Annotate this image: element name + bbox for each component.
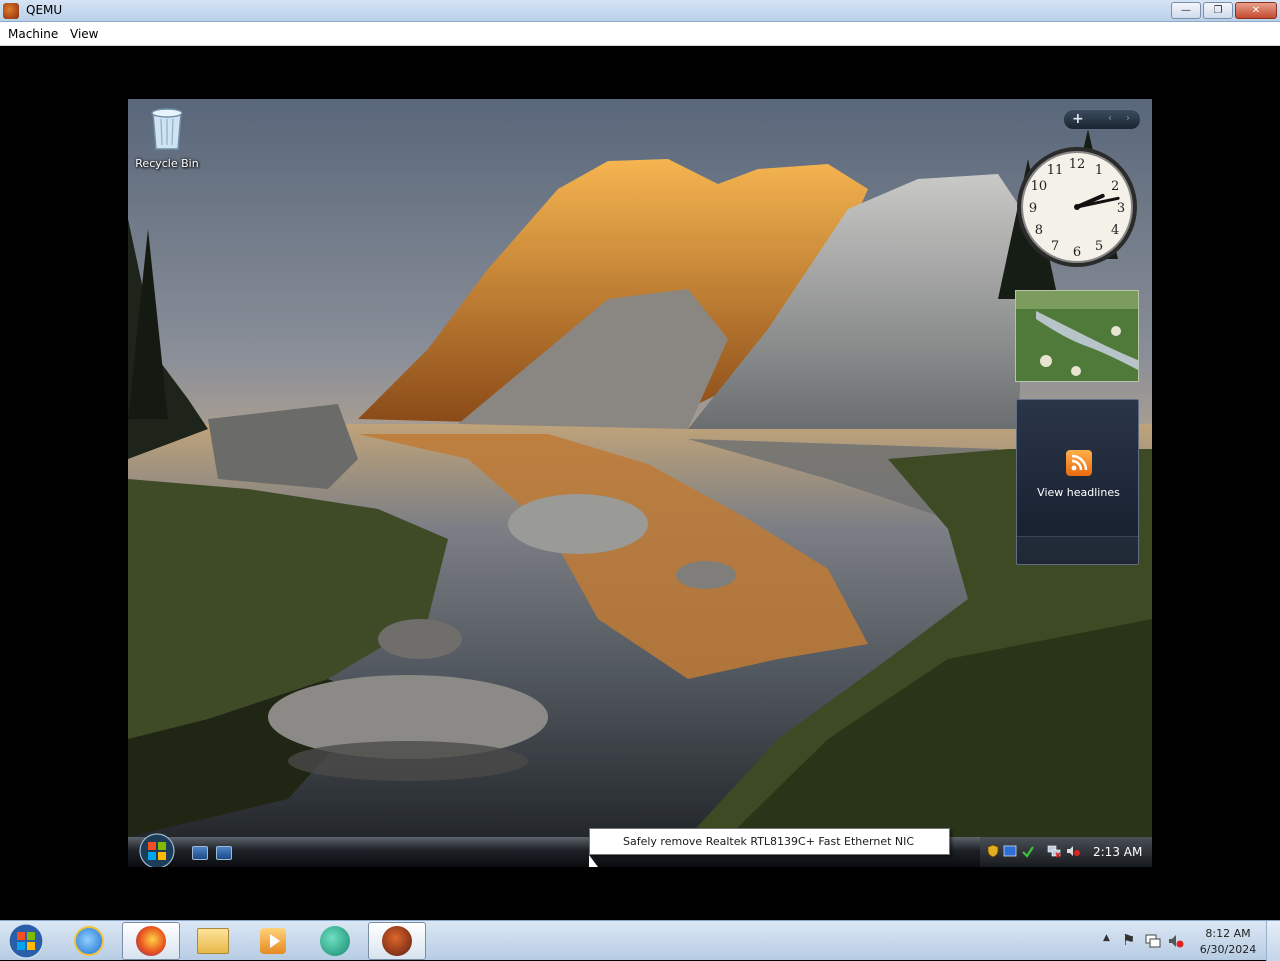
network-disconnected-icon[interactable] [1047, 844, 1061, 858]
desktop-wallpaper [128, 99, 1152, 837]
clock-number: 3 [1117, 201, 1125, 216]
taskbar-firefox[interactable] [122, 922, 180, 960]
host-clock[interactable]: 8:12 AM 6/30/2024 [1195, 926, 1261, 958]
host-taskbar: ▲ ⚑ 8:12 AM 6/30/2024 [0, 920, 1280, 961]
internet-explorer-icon [74, 926, 104, 956]
taskbar-internet-explorer[interactable] [60, 922, 118, 960]
language-bar-icon[interactable] [1003, 844, 1017, 858]
qemu-icon [382, 926, 412, 956]
clock-number: 8 [1035, 223, 1043, 238]
slideshow-image [1016, 291, 1138, 381]
clock-number: 5 [1095, 239, 1103, 254]
taskbar-browser-app[interactable] [306, 922, 364, 960]
sidebar-gadget-controls: + ‹ › [1063, 109, 1141, 130]
gadget-prev-button[interactable]: ‹ [1108, 113, 1112, 124]
gadget-next-button[interactable]: › [1126, 113, 1130, 124]
menu-item-machine[interactable]: Machine [8, 27, 58, 41]
clock-gadget[interactable]: 12 12 3 45678 9 1011 [1015, 145, 1140, 270]
host-start-button[interactable] [6, 922, 46, 960]
volume-muted-icon[interactable] [1066, 844, 1080, 858]
recycle-bin-icon [151, 108, 183, 150]
taskbar-qemu[interactable] [368, 922, 426, 960]
file-explorer-icon [197, 928, 229, 954]
clock-number: 10 [1031, 179, 1048, 194]
clock-number: 1 [1095, 163, 1103, 178]
show-desktop-icon[interactable] [192, 846, 208, 860]
clock-number: 9 [1029, 201, 1037, 216]
host-clock-date: 6/30/2024 [1199, 943, 1257, 956]
network-icon[interactable] [1145, 933, 1161, 949]
firefox-icon [136, 926, 166, 956]
clock-number: 11 [1047, 163, 1064, 178]
guest-start-button[interactable] [137, 833, 177, 867]
slideshow-gadget[interactable] [1015, 290, 1139, 382]
taskbar-media-player[interactable] [244, 922, 302, 960]
taskbar-file-explorer[interactable] [184, 922, 242, 960]
qemu-app-icon [3, 3, 19, 19]
guest-clock[interactable]: 2:13 AM [1093, 845, 1142, 859]
safely-remove-hardware-icon[interactable] [1021, 844, 1035, 858]
media-player-icon [260, 928, 286, 954]
menu-item-view[interactable]: View [70, 27, 98, 41]
show-hidden-icons-button[interactable]: ▲ [1103, 933, 1110, 943]
host-clock-time: 8:12 AM [1205, 927, 1251, 940]
qemu-title-bar[interactable]: QEMU — ❐ ✕ [0, 0, 1280, 22]
view-headlines-link[interactable]: View headlines [1017, 486, 1140, 499]
rss-feed-icon [1066, 450, 1092, 476]
feed-gadget-footer [1017, 536, 1138, 564]
clock-number: 6 [1073, 245, 1081, 260]
security-shield-icon[interactable] [986, 844, 1000, 858]
clock-number: 2 [1111, 179, 1119, 194]
browser-app-icon [320, 926, 350, 956]
clock-number: 7 [1051, 239, 1059, 254]
tray-tooltip: Safely remove Realtek RTL8139C+ Fast Eth… [589, 828, 950, 855]
add-gadget-button[interactable]: + [1072, 111, 1084, 127]
feed-headlines-gadget[interactable]: View headlines [1016, 399, 1139, 565]
tooltip-text: Safely remove Realtek RTL8139C+ Fast Eth… [623, 835, 915, 848]
desktop-icon-label: Recycle Bin [135, 157, 199, 170]
window-title: QEMU [26, 3, 63, 17]
volume-muted-icon[interactable] [1168, 933, 1184, 949]
clock-number: 12 [1069, 157, 1086, 172]
menu-bar: Machine View [0, 22, 1280, 46]
switch-windows-icon[interactable] [216, 846, 232, 860]
desktop-icon-recycle-bin[interactable]: Recycle Bin [134, 103, 200, 170]
mouse-cursor [589, 855, 598, 867]
restore-button[interactable]: ❐ [1203, 2, 1233, 19]
guest-screen[interactable]: Recycle Bin + ‹ › 12 1 2 3 4 5 6 7 8 9 10 11 [128, 99, 1152, 867]
close-button[interactable]: ✕ [1235, 2, 1277, 19]
minimize-button[interactable]: — [1171, 2, 1201, 19]
action-center-flag-icon[interactable]: ⚑ [1122, 931, 1135, 949]
show-desktop-button[interactable] [1266, 921, 1280, 961]
clock-number: 4 [1111, 223, 1119, 238]
